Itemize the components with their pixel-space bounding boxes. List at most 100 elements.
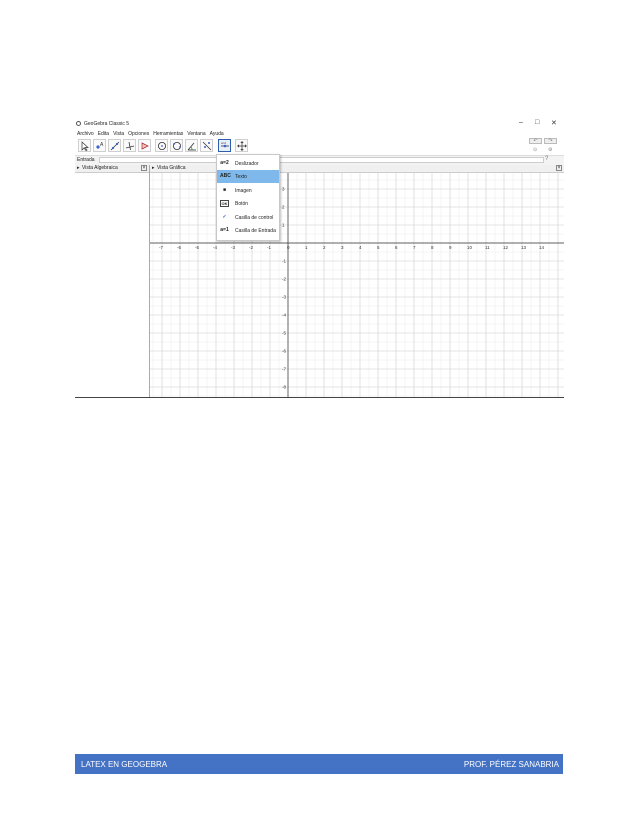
perpendicular-tool-button[interactable] <box>123 139 136 152</box>
input-help-icon[interactable]: ? <box>545 156 548 162</box>
dropdown-item-label: Deslizador <box>235 161 259 167</box>
x-tick-label: 9 <box>449 245 452 250</box>
redo-button[interactable]: ↷ <box>544 138 557 144</box>
geogebra-logo-icon <box>76 121 81 126</box>
x-tick-label: 11 <box>485 245 490 250</box>
point-tool-button[interactable]: A <box>93 139 106 152</box>
dropdown-item-image[interactable]: ■ Imagen <box>217 184 279 197</box>
x-tick-label: 3 <box>341 245 344 250</box>
reflect-tool-button[interactable] <box>200 139 213 152</box>
dropdown-item-label: Casilla de control <box>235 215 274 221</box>
circle-icon <box>158 142 166 150</box>
input-box-icon: a=1 <box>220 227 229 233</box>
minimize-button[interactable]: – <box>519 119 523 126</box>
x-tick-label: -6 <box>177 245 181 250</box>
y-tick-label: -5 <box>282 331 286 336</box>
undo-button[interactable]: ↶ <box>529 138 542 144</box>
x-tick-label: 8 <box>431 245 434 250</box>
settings-icon[interactable]: ⚙ <box>548 147 552 153</box>
dropdown-item-input-box[interactable]: a=1 Casilla de Entrada <box>217 224 279 237</box>
x-tick-label: 5 <box>377 245 380 250</box>
y-tick-label: -4 <box>282 313 286 318</box>
dropdown-item-checkbox[interactable]: ✓ Casilla de control <box>217 211 279 224</box>
polygon-tool-button[interactable] <box>138 139 151 152</box>
menu-ayuda[interactable]: Ayuda <box>210 130 224 138</box>
x-tick-label: -7 <box>159 245 163 250</box>
svg-text:A: A <box>100 142 104 148</box>
line-icon <box>110 141 120 151</box>
x-tick-label: -1 <box>267 245 271 250</box>
graphics-view-title: Vista Gráfica <box>157 165 186 171</box>
menu-herramientas[interactable]: Herramientas <box>153 130 183 138</box>
algebra-view[interactable] <box>75 173 149 397</box>
x-tick-label: 4 <box>359 245 362 250</box>
image-icon: ■ <box>222 187 227 193</box>
x-tick-label: 14 <box>539 245 545 250</box>
y-tick-label: -1 <box>282 259 286 264</box>
checkbox-icon: ✓ <box>222 214 227 220</box>
y-tick-label: -8 <box>282 385 286 390</box>
menu-edita[interactable]: Edita <box>98 130 109 138</box>
menu-archivo[interactable]: Archivo <box>77 130 94 138</box>
title-bar: GeoGebra Classic 5 – □ ✕ <box>75 118 564 130</box>
graphics-view[interactable]: -7-6-5-4-3-2-1012345678910111213144321-1… <box>150 173 564 397</box>
algebra-view-header: ▸ Vista Algebraica × <box>75 165 149 173</box>
perpendicular-icon <box>125 141 135 151</box>
menu-opciones[interactable]: Opciones <box>128 130 149 138</box>
dropdown-item-label: Casilla de Entrada <box>235 228 276 234</box>
cursor-icon <box>81 141 89 151</box>
dropdown-item-label: Botón <box>235 201 249 207</box>
line-tool-button[interactable] <box>108 139 121 152</box>
geogebra-window: GeoGebra Classic 5 – □ ✕ Archivo Edita V… <box>75 118 564 398</box>
x-tick-label: 1 <box>305 245 308 250</box>
slider-icon: a=2 <box>220 160 229 166</box>
move-view-tool-button[interactable] <box>235 139 248 152</box>
x-tick-label: -3 <box>231 245 235 250</box>
angle-tool-button[interactable] <box>185 139 198 152</box>
dropdown-item-button[interactable]: OK Botón <box>217 197 279 210</box>
input-label: Entrada <box>77 157 95 163</box>
input-field[interactable] <box>99 157 544 163</box>
menu-vista[interactable]: Vista <box>113 130 124 138</box>
algebra-close-icon[interactable]: × <box>141 165 147 171</box>
window-title: GeoGebra Classic 5 <box>84 121 130 127</box>
tool-dropdown-menu: a=2 Deslizador ABC Texto ■ Imagen OK Bot… <box>216 154 280 241</box>
move-view-icon <box>237 141 247 151</box>
circle-arc-tool-button[interactable] <box>170 139 183 152</box>
graphics-close-icon[interactable]: × <box>556 165 562 171</box>
footer-title: LATEX EN GEOGEBRA <box>81 760 168 769</box>
graphics-view-header: ▸ Vista Gráfica × <box>150 165 564 173</box>
x-tick-label: 2 <box>323 245 326 250</box>
dropdown-item-text[interactable]: ABC Texto <box>217 170 279 183</box>
y-tick-label: -7 <box>282 367 286 372</box>
collapse-arrow-icon[interactable]: ▸ <box>77 165 80 172</box>
maximize-button[interactable]: □ <box>535 119 539 126</box>
angle-icon <box>187 142 196 151</box>
menu-bar: Archivo Edita Vista Opciones Herramienta… <box>75 130 564 138</box>
x-tick-label: 7 <box>413 245 416 250</box>
y-tick-label: -2 <box>282 277 286 282</box>
circle-arc-icon <box>173 142 181 150</box>
dropdown-item-slider[interactable]: a=2 Deslizador <box>217 157 279 170</box>
collapse-arrow-icon[interactable]: ▸ <box>152 165 155 172</box>
footer-author: PROF. PÉREZ SANABRIA <box>463 760 559 769</box>
point-icon: A <box>96 142 104 149</box>
document-footer: LATEX EN GEOGEBRA PROF. PÉREZ SANABRIA <box>75 754 563 774</box>
move-tool-button[interactable] <box>78 139 91 152</box>
close-button[interactable]: ✕ <box>551 119 557 127</box>
x-tick-label: -2 <box>249 245 253 250</box>
x-tick-label: 12 <box>503 245 509 250</box>
polygon-icon <box>141 142 149 150</box>
circle-tool-button[interactable] <box>155 139 168 152</box>
menu-ventana[interactable]: Ventana <box>187 130 205 138</box>
x-tick-label: -5 <box>195 245 199 250</box>
algebra-view-title: Vista Algebraica <box>82 165 118 171</box>
slider-tool-button[interactable]: a=2 <box>218 139 231 152</box>
help-icon[interactable]: ⊙ <box>533 147 537 153</box>
svg-text:a=2: a=2 <box>221 141 226 145</box>
y-tick-label: -6 <box>282 349 286 354</box>
x-tick-label: 6 <box>395 245 398 250</box>
toolbar: A a=2 ↶ ↷ ⊙ ⚙ <box>75 138 564 154</box>
text-icon: ABC <box>220 173 231 179</box>
x-tick-label: -4 <box>213 245 217 250</box>
